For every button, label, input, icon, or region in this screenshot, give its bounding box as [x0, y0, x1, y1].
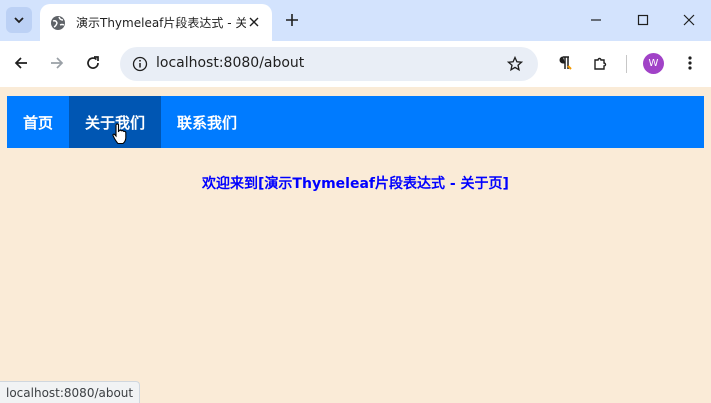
star-icon[interactable]	[506, 55, 524, 73]
puzzle-icon[interactable]	[590, 53, 610, 73]
maximize-icon[interactable]	[620, 6, 666, 34]
browser-toolbar: localhost:8080/about W	[0, 41, 711, 87]
kebab-menu-icon[interactable]	[680, 53, 700, 73]
paragraph-icon[interactable]	[554, 53, 574, 73]
close-icon[interactable]	[246, 14, 262, 30]
active-tab[interactable]: 演示Thymeleaf片段表达式 - 关于页	[40, 4, 272, 41]
reload-icon[interactable]	[83, 53, 103, 73]
status-bar: localhost:8080/about	[0, 381, 141, 403]
tab-title: 演示Thymeleaf片段表达式 - 关于页	[76, 16, 246, 30]
minimize-icon[interactable]	[573, 6, 619, 34]
url-text[interactable]: localhost:8080/about	[156, 55, 304, 71]
hand-cursor-icon	[112, 123, 127, 145]
forward-arrow-icon[interactable]	[47, 53, 67, 73]
tab-search-button[interactable]	[6, 7, 32, 33]
chevron-down-icon	[14, 17, 24, 24]
toolbar-divider	[626, 55, 627, 73]
web-page: 首页 关于我们 联系我们 欢迎来到[演示Thymeleaf片段表达式 - 关于页…	[0, 87, 711, 403]
back-arrow-icon[interactable]	[11, 53, 31, 73]
globe-icon	[50, 15, 66, 31]
page-title: 欢迎来到[演示Thymeleaf片段表达式 - 关于页]	[202, 176, 509, 192]
info-icon[interactable]	[132, 56, 148, 72]
nav-item-contact[interactable]: 联系我们	[161, 96, 253, 148]
address-bar[interactable]: localhost:8080/about	[120, 47, 538, 81]
tab-strip: 演示Thymeleaf片段表达式 - 关于页	[0, 0, 711, 41]
profile-avatar[interactable]: W	[643, 53, 664, 74]
plus-icon[interactable]	[282, 10, 302, 30]
close-window-icon[interactable]	[666, 6, 711, 34]
nav-item-home[interactable]: 首页	[7, 96, 69, 148]
